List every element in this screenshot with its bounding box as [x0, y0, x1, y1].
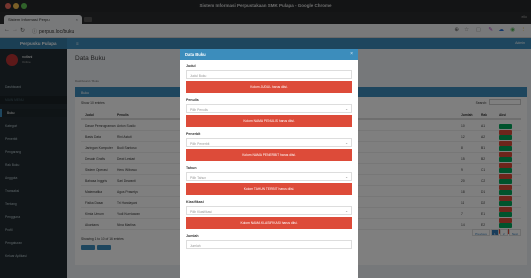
close-icon[interactable]: ×: [350, 51, 353, 57]
modal-header: Data Buku ×: [180, 49, 358, 60]
book-modal: Data Buku × Judul Judul Buku Kolom JUDUL h…: [180, 49, 358, 278]
chevron-down-icon: ⌄: [345, 209, 348, 213]
validation-error: Kolom NAMA PENERBIT harus diisi.: [186, 149, 352, 161]
field-label: Judul: [186, 64, 196, 68]
chevron-down-icon: ⌄: [345, 107, 348, 111]
chevron-down-icon: ⌄: [345, 175, 348, 179]
validation-error: Kolom JUDUL harus diisi.: [186, 81, 352, 93]
validation-error: Kolom TAHUN TERBIT harus diisi.: [186, 183, 352, 195]
text-field[interactable]: Judul Buku: [186, 70, 352, 79]
chevron-down-icon: ⌄: [345, 141, 348, 145]
field-label: Tahun: [186, 166, 197, 170]
select-field[interactable]: Pilih Penulis ⌄: [186, 104, 352, 113]
modal-title: Data Buku: [185, 52, 206, 57]
field-label: Penulis: [186, 98, 199, 102]
select-field[interactable]: Pilih Klasifikasi ⌄: [186, 206, 352, 215]
validation-error: Kolom NAMA PENULIS harus diisi.: [186, 115, 352, 127]
text-field[interactable]: Jumlah: [186, 240, 352, 249]
field-label: Jumlah: [186, 234, 199, 238]
field-label: Penerbit: [186, 132, 201, 136]
select-field[interactable]: Pilih Penerbit ⌄: [186, 138, 352, 147]
validation-error: Kolom NAMA KLASIFIKASI harus diisi.: [186, 217, 352, 229]
select-field[interactable]: Pilih Tahun ⌄: [186, 172, 352, 181]
field-label: Klasifikasi: [186, 200, 204, 204]
